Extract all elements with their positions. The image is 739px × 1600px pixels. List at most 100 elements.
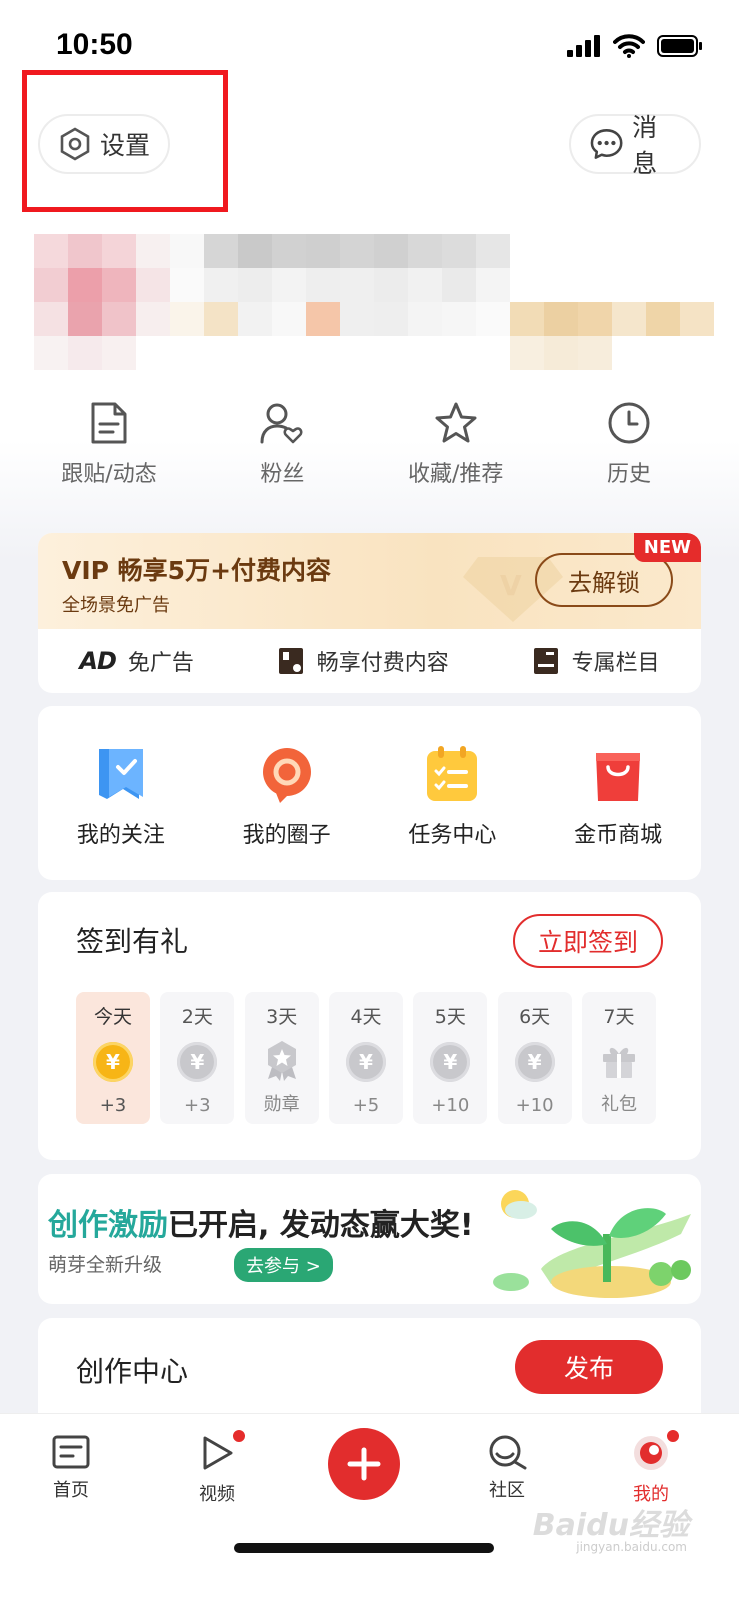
creator-center-card: 创作中心 发布 (38, 1318, 701, 1428)
book-icon (278, 648, 303, 674)
banner-title-accent: 创作激励 (48, 1208, 168, 1243)
checkin-day-4[interactable]: 4天 ¥ +5 (328, 992, 403, 1124)
service-my-circles[interactable]: 我的圈子 (217, 745, 357, 849)
grey-coin-icon: ¥ (177, 1042, 218, 1082)
nav-label: 视频 (199, 1484, 235, 1505)
home-news-icon (52, 1435, 90, 1469)
quick-item-history[interactable]: 历史 (554, 400, 704, 488)
quick-item-fans[interactable]: 粉丝 (207, 400, 357, 488)
service-my-follows[interactable]: 我的关注 (51, 745, 191, 849)
nav-item-community[interactable]: 社区 (462, 1434, 552, 1502)
community-chat-icon (489, 1435, 527, 1470)
profile-mosaic-blurred[interactable] (34, 234, 714, 370)
checkin-day-6[interactable]: 6天 ¥ +10 (497, 992, 572, 1124)
star-icon (435, 402, 477, 443)
quick-label-fans: 粉丝 (260, 462, 305, 487)
quick-label-history: 历史 (606, 462, 651, 487)
clock-icon (608, 402, 650, 444)
document-icon (91, 402, 127, 444)
day-reward: +3 (99, 1095, 127, 1116)
task-list-icon (427, 746, 478, 801)
service-label: 我的圈子 (242, 823, 331, 848)
quick-label-posts: 跟贴/动态 (61, 462, 157, 487)
gift-box-icon (602, 1047, 635, 1078)
cellular-signal-icon (567, 35, 600, 57)
quick-label-favorites: 收藏/推荐 (407, 462, 504, 487)
publish-button[interactable]: 发布 (515, 1340, 663, 1394)
day-reward: +3 (184, 1095, 211, 1116)
day-reward: +10 (431, 1095, 470, 1116)
service-label: 我的关注 (76, 823, 165, 848)
quick-item-favorites[interactable]: 收藏/推荐 (381, 400, 531, 488)
service-task-center[interactable]: 任务中心 (382, 745, 522, 849)
day-label: 今天 (93, 1006, 132, 1028)
sprout-illustration (493, 1190, 691, 1298)
checkin-button[interactable]: 立即签到 (513, 914, 663, 968)
day-reward: +5 (352, 1095, 380, 1116)
shopping-bag-icon (596, 753, 641, 801)
checkin-card: 签到有礼 立即签到 今天 ¥ +3 2天 ¥ +3 3天 勋章 4天 ¥ +5 (38, 892, 701, 1160)
banner-title-rest: 已开启, 发动态赢大奖! (168, 1208, 474, 1243)
notification-dot (231, 1428, 247, 1444)
wifi-icon (613, 34, 645, 58)
day-reward: 勋章 (263, 1094, 300, 1115)
checkin-day-2[interactable]: 2天 ¥ +3 (160, 992, 235, 1124)
vip-title: VIP 畅享5万+付费内容 (62, 556, 332, 585)
creation-incentive-banner[interactable]: 创作激励已开启, 发动态赢大奖! 萌芽全新升级 去参与 > (38, 1174, 701, 1304)
nav-label: 社区 (489, 1480, 525, 1501)
svg-text:V: V (500, 569, 522, 602)
me-icon-wrap (631, 1428, 681, 1476)
day-label: 4天 (350, 1006, 382, 1028)
grey-coin-icon: ¥ (345, 1042, 386, 1082)
vip-features-row: AD 免广告 畅享付费内容 专属栏目 (38, 629, 701, 693)
vip-feature-label: 免广告 (127, 651, 194, 676)
vip-new-badge: NEW (633, 533, 701, 562)
day-reward: +10 (515, 1095, 554, 1116)
plus-icon (347, 1447, 381, 1481)
day-label: 5天 (434, 1006, 466, 1028)
watermark-url: jingyan.baidu.com (576, 1540, 687, 1554)
nav-label: 首页 (53, 1480, 89, 1501)
bookmark-check-icon (98, 749, 143, 799)
quick-item-posts[interactable]: 跟贴/动态 (34, 400, 184, 488)
vip-feature-label: 畅享付费内容 (316, 651, 449, 676)
quick-actions-row: 跟贴/动态 粉丝 收藏/推荐 历史 (34, 400, 704, 488)
watermark-baidu: Baidu经验 (532, 1508, 689, 1543)
vip-banner: V VIP 畅享5万+付费内容 全场景免广告 去解锁 (38, 533, 701, 629)
day-label: 3天 (266, 1006, 298, 1028)
services-card: 我的关注 我的圈子 任务中心 金币商城 (38, 706, 701, 880)
vip-feature-exclusive-column[interactable]: 专属栏目 (532, 645, 660, 677)
day-label: 6天 (519, 1006, 551, 1028)
create-plus-button[interactable] (328, 1428, 400, 1500)
checkin-day-today[interactable]: 今天 ¥ +3 (76, 992, 150, 1124)
service-label: 金币商城 (574, 823, 663, 848)
nav-item-home[interactable]: 首页 (26, 1434, 116, 1502)
service-coin-mall[interactable]: 金币商城 (548, 745, 688, 849)
checkin-day-3[interactable]: 3天 勋章 (244, 992, 319, 1124)
video-icon-wrap (197, 1428, 247, 1476)
day-label: 2天 (181, 1006, 213, 1028)
notification-dot (665, 1428, 681, 1444)
service-label: 任务中心 (408, 823, 497, 848)
vip-feature-paid-content[interactable]: 畅享付费内容 (277, 645, 449, 677)
checkin-day-7[interactable]: 7天 礼包 (581, 992, 656, 1124)
grey-coin-icon: ¥ (430, 1042, 471, 1082)
medal-icon (267, 1040, 296, 1081)
messages-label: 消息 (632, 113, 658, 178)
day-reward: 礼包 (600, 1094, 637, 1115)
nav-item-video[interactable]: 视频 (172, 1428, 262, 1506)
vip-card[interactable]: V VIP 畅享5万+付费内容 全场景免广告 去解锁 NEW AD 免广告 畅享… (38, 533, 701, 693)
nav-item-me[interactable]: 我的 (606, 1428, 696, 1506)
checkin-day-5[interactable]: 5天 ¥ +10 (413, 992, 488, 1124)
messages-button[interactable]: 消息 (569, 113, 701, 178)
gold-coin-icon: ¥ (93, 1042, 133, 1082)
user-heart-icon (260, 403, 303, 444)
grey-coin-icon: ¥ (514, 1042, 555, 1082)
chat-bubble-icon (590, 129, 623, 159)
ad-icon: AD (79, 647, 116, 675)
home-indicator (234, 1543, 494, 1553)
annotation-highlight-box (22, 70, 228, 212)
vip-feature-no-ads[interactable]: AD 免广告 (79, 645, 194, 677)
checkin-title: 签到有礼 (76, 925, 189, 958)
banner-join-button[interactable]: 去参与 > (234, 1248, 333, 1282)
